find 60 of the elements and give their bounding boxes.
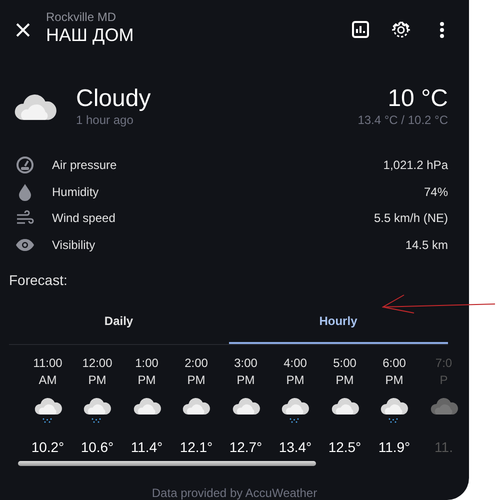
forecast-tab[interactable]: Hourly bbox=[228, 300, 448, 344]
water-drop-icon bbox=[18, 182, 32, 201]
hour-temperature: 13.4° bbox=[278, 439, 312, 456]
rain-cloud-icon bbox=[32, 395, 63, 424]
hour-period: PM bbox=[138, 372, 156, 390]
hour-temperature: 10.2° bbox=[31, 439, 64, 456]
attribute-value: 74% bbox=[424, 184, 448, 199]
hour-time: 7:0 bbox=[435, 355, 452, 372]
hour-period: PM bbox=[236, 372, 255, 390]
hour-temperature: 10.6° bbox=[80, 439, 114, 456]
hour-time: 3:00 bbox=[234, 355, 258, 372]
scrollbar[interactable] bbox=[18, 461, 316, 466]
hour-period: PM bbox=[385, 372, 404, 390]
eye-icon bbox=[16, 239, 34, 251]
rain-cloud-icon bbox=[379, 395, 410, 424]
hour-period: PM bbox=[336, 372, 354, 390]
hour-temperature: 11.4° bbox=[130, 439, 163, 456]
forecast-label: Forecast: bbox=[8, 271, 68, 288]
cloud-icon bbox=[181, 395, 212, 416]
hour-time: 11:00 bbox=[33, 355, 62, 372]
temperature-range: 13.4 °C / 10.2 °C bbox=[358, 112, 448, 127]
dialog-title: НАШ ДОМ bbox=[46, 24, 135, 46]
rain-cloud-icon bbox=[280, 395, 310, 424]
cloud-icon bbox=[132, 395, 162, 416]
hour-temperature: 12.1° bbox=[180, 439, 213, 456]
hour-period: PM bbox=[88, 372, 106, 390]
attribute-label: Humidity bbox=[52, 184, 100, 199]
attribution-text: Data provided by AccuWeather bbox=[150, 486, 318, 500]
hour-time: 1:00 bbox=[135, 355, 158, 372]
chart-icon[interactable] bbox=[349, 18, 371, 41]
hour-time: 6:00 bbox=[382, 355, 406, 372]
updated-time: 1 hour ago bbox=[76, 112, 134, 127]
hour-period: AM bbox=[38, 372, 57, 390]
attribute-label: Visibility bbox=[52, 238, 96, 252]
hour-temperature: 12.7° bbox=[229, 439, 262, 456]
hour-temperature: 12.5° bbox=[328, 439, 362, 456]
wind-icon bbox=[16, 210, 34, 226]
attribute-value: 14.5 km bbox=[405, 238, 448, 252]
hour-temperature: 11. bbox=[434, 439, 453, 456]
location-subtitle: Rockville MD bbox=[46, 10, 118, 24]
hour-time: 2:00 bbox=[184, 355, 208, 372]
hour-time: 4:00 bbox=[284, 355, 307, 372]
attribute-label: Wind speed bbox=[52, 211, 116, 226]
forecast-tab[interactable]: Daily bbox=[9, 300, 228, 344]
hour-period: P bbox=[440, 372, 448, 390]
hour-period: PM bbox=[187, 372, 206, 390]
current-temperature: 10 °C bbox=[388, 84, 448, 113]
attribute-value: 5.5 km/h (NE) bbox=[374, 211, 448, 226]
hour-time: 12:00 bbox=[82, 355, 112, 372]
cloud-icon bbox=[230, 395, 261, 416]
rain-cloud-icon bbox=[82, 395, 112, 424]
attribute-label: Air pressure bbox=[52, 158, 118, 172]
attribute-value: 1,021.2 hPa bbox=[383, 158, 448, 172]
cloud-icon bbox=[330, 395, 360, 416]
condition-text: Cloudy bbox=[76, 84, 152, 113]
gauge-icon bbox=[16, 156, 34, 174]
hour-temperature: 11.9° bbox=[378, 439, 410, 456]
hour-period: PM bbox=[286, 372, 304, 390]
hour-time: 5:00 bbox=[333, 355, 356, 372]
cloud-icon bbox=[428, 395, 459, 416]
